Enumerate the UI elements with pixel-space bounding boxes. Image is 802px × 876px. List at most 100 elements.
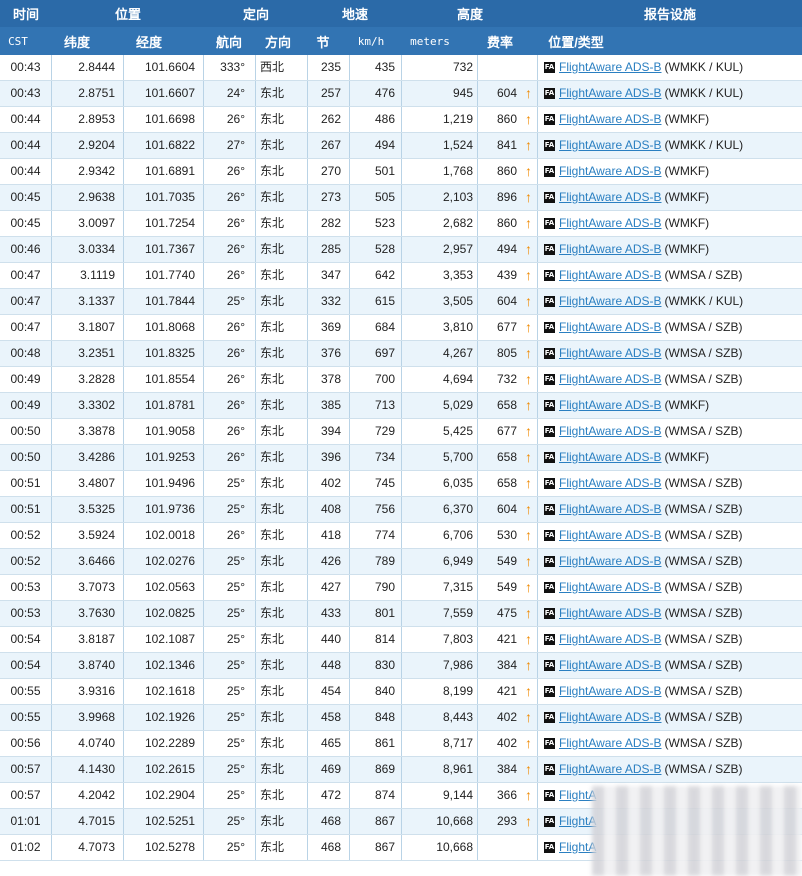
facility-cell: FA FlightAware ADS-B (WMSA / SZB) [538, 263, 802, 288]
direction-cell: 东北 [256, 471, 308, 496]
flightaware-logo-icon: FA [544, 712, 555, 724]
kmh-cell: 697 [350, 341, 402, 366]
facility-link[interactable]: FlightAware ADS-B [559, 736, 662, 750]
direction-cell: 东北 [256, 81, 308, 106]
flightaware-logo-icon: FA [544, 270, 555, 282]
col-latitude[interactable]: 纬度 [52, 27, 102, 55]
facility-link[interactable]: FlightAware ADS-B [559, 216, 662, 230]
flightaware-logo-icon: FA [544, 842, 555, 854]
facility-link[interactable]: FlightAware ADS-B [559, 268, 662, 282]
rate-cell: 604 ↑ [478, 81, 538, 106]
heading-cell: 26° [204, 107, 256, 132]
group-reporting-facility: 报告设施 [643, 7, 696, 22]
facility-link[interactable]: FlightAware ADS-B [559, 658, 662, 672]
col-knots[interactable]: 节 [308, 27, 338, 55]
altitude-cell: 8,961 [402, 757, 478, 782]
facility-code: (WMKK / KUL) [664, 86, 744, 100]
facility-link[interactable]: FlightAware ADS-B [559, 476, 662, 490]
facility-link[interactable]: FlightAware ADS-B [559, 424, 662, 438]
col-cst[interactable]: CST [0, 27, 36, 55]
facility-link[interactable]: FlightAware ADS-B [559, 632, 662, 646]
facility-link[interactable]: FlightAware ADS-B [559, 346, 662, 360]
facility-link[interactable]: FlightAware ADS-B [559, 762, 662, 776]
facility-link[interactable]: FlightAware ADS-B [559, 86, 662, 100]
facility-link[interactable]: FlightAware ADS-B [559, 450, 662, 464]
knots-cell: 469 [308, 757, 350, 782]
heading-cell: 26° [204, 419, 256, 444]
col-direction[interactable]: 方向 [256, 27, 300, 55]
facility-link[interactable]: FlightAware ADS-B [559, 242, 662, 256]
facility-link[interactable]: FlightAware ADS-B [559, 502, 662, 516]
facility-link[interactable]: FlightA [559, 840, 596, 854]
facility-link[interactable]: FlightAware ADS-B [559, 190, 662, 204]
knots-cell: 378 [308, 367, 350, 392]
col-kmh[interactable]: km/h [350, 27, 392, 55]
col-heading[interactable]: 航向 [204, 27, 254, 55]
time-cell: 00:54 [0, 627, 52, 652]
altitude-cell: 945 [402, 81, 478, 106]
kmh-cell: 734 [350, 445, 402, 470]
rate-value: 841 [496, 138, 517, 152]
kmh-cell: 494 [350, 133, 402, 158]
facility-link[interactable]: FlightAware ADS-B [559, 580, 662, 594]
kmh-cell: 505 [350, 185, 402, 210]
facility-link[interactable]: FlightAware ADS-B [559, 528, 662, 542]
heading-cell: 25° [204, 289, 256, 314]
direction-cell: 东北 [256, 237, 308, 262]
facility-code: (WMSA / SZB) [664, 736, 743, 750]
facility-link[interactable]: FlightAware ADS-B [559, 164, 662, 178]
facility-code: (WMSA / SZB) [664, 554, 743, 568]
kmh-cell: 435 [350, 55, 402, 80]
kmh-cell: 501 [350, 159, 402, 184]
heading-cell: 25° [204, 731, 256, 756]
altitude-cell: 6,370 [402, 497, 478, 522]
facility-cell: FA FlightAware ADS-B (WMSA / SZB) [538, 575, 802, 600]
col-meters[interactable]: meters [402, 27, 458, 55]
knots-cell: 369 [308, 315, 350, 340]
table-row: 00:54 3.8740 102.1346 25° 东北 448 830 7,986 384 ↑ F… [0, 653, 802, 679]
flightaware-logo-icon: FA [544, 634, 555, 646]
latitude-cell: 3.7073 [52, 575, 124, 600]
latitude-cell: 3.0334 [52, 237, 124, 262]
col-location-type[interactable]: 位置/类型 [538, 27, 614, 55]
facility-link[interactable]: FlightAware ADS-B [559, 554, 662, 568]
altitude-cell: 8,443 [402, 705, 478, 730]
facility-link[interactable]: FlightAware ADS-B [559, 710, 662, 724]
latitude-cell: 3.1337 [52, 289, 124, 314]
col-longitude[interactable]: 经度 [124, 27, 174, 55]
heading-cell: 25° [204, 627, 256, 652]
longitude-cell: 102.1087 [124, 627, 204, 652]
climb-arrow-icon: ↑ [525, 787, 532, 803]
climb-arrow-icon: ↑ [525, 85, 532, 101]
knots-cell: 235 [308, 55, 350, 80]
facility-cell: FA FlightAware ADS-B (WMKF) [538, 445, 802, 470]
facility-link[interactable]: FlightA [559, 814, 596, 828]
flightaware-logo-icon: FA [544, 530, 555, 542]
facility-link[interactable]: FlightAware ADS-B [559, 320, 662, 334]
facility-link[interactable]: FlightAware ADS-B [559, 398, 662, 412]
rate-cell: 604 ↑ [478, 289, 538, 314]
latitude-cell: 3.8187 [52, 627, 124, 652]
facility-cell: FA FlightAware ADS-B (WMKK / KUL) [538, 55, 802, 80]
facility-link[interactable]: FlightAware ADS-B [559, 138, 662, 152]
latitude-cell: 4.1430 [52, 757, 124, 782]
time-cell: 00:53 [0, 601, 52, 626]
facility-link[interactable]: FlightAware ADS-B [559, 294, 662, 308]
facility-link[interactable]: FlightAware ADS-B [559, 372, 662, 386]
facility-code: (WMSA / SZB) [664, 632, 743, 646]
table-row: 00:50 3.4286 101.9253 26° 东北 396 734 5,700 658 ↑ F… [0, 445, 802, 471]
latitude-cell: 3.4807 [52, 471, 124, 496]
facility-link[interactable]: FlightA [559, 788, 596, 802]
facility-link[interactable]: FlightAware ADS-B [559, 684, 662, 698]
flightaware-logo-icon: FA [544, 738, 555, 750]
direction-cell: 东北 [256, 393, 308, 418]
longitude-cell: 102.2615 [124, 757, 204, 782]
col-rate[interactable]: 费率 [478, 27, 522, 55]
facility-link[interactable]: FlightAware ADS-B [559, 112, 662, 126]
facility-link[interactable]: FlightAware ADS-B [559, 60, 662, 74]
direction-cell: 东北 [256, 107, 308, 132]
heading-cell: 25° [204, 809, 256, 834]
longitude-cell: 101.7035 [124, 185, 204, 210]
facility-link[interactable]: FlightAware ADS-B [559, 606, 662, 620]
flightaware-logo-icon: FA [544, 504, 555, 516]
